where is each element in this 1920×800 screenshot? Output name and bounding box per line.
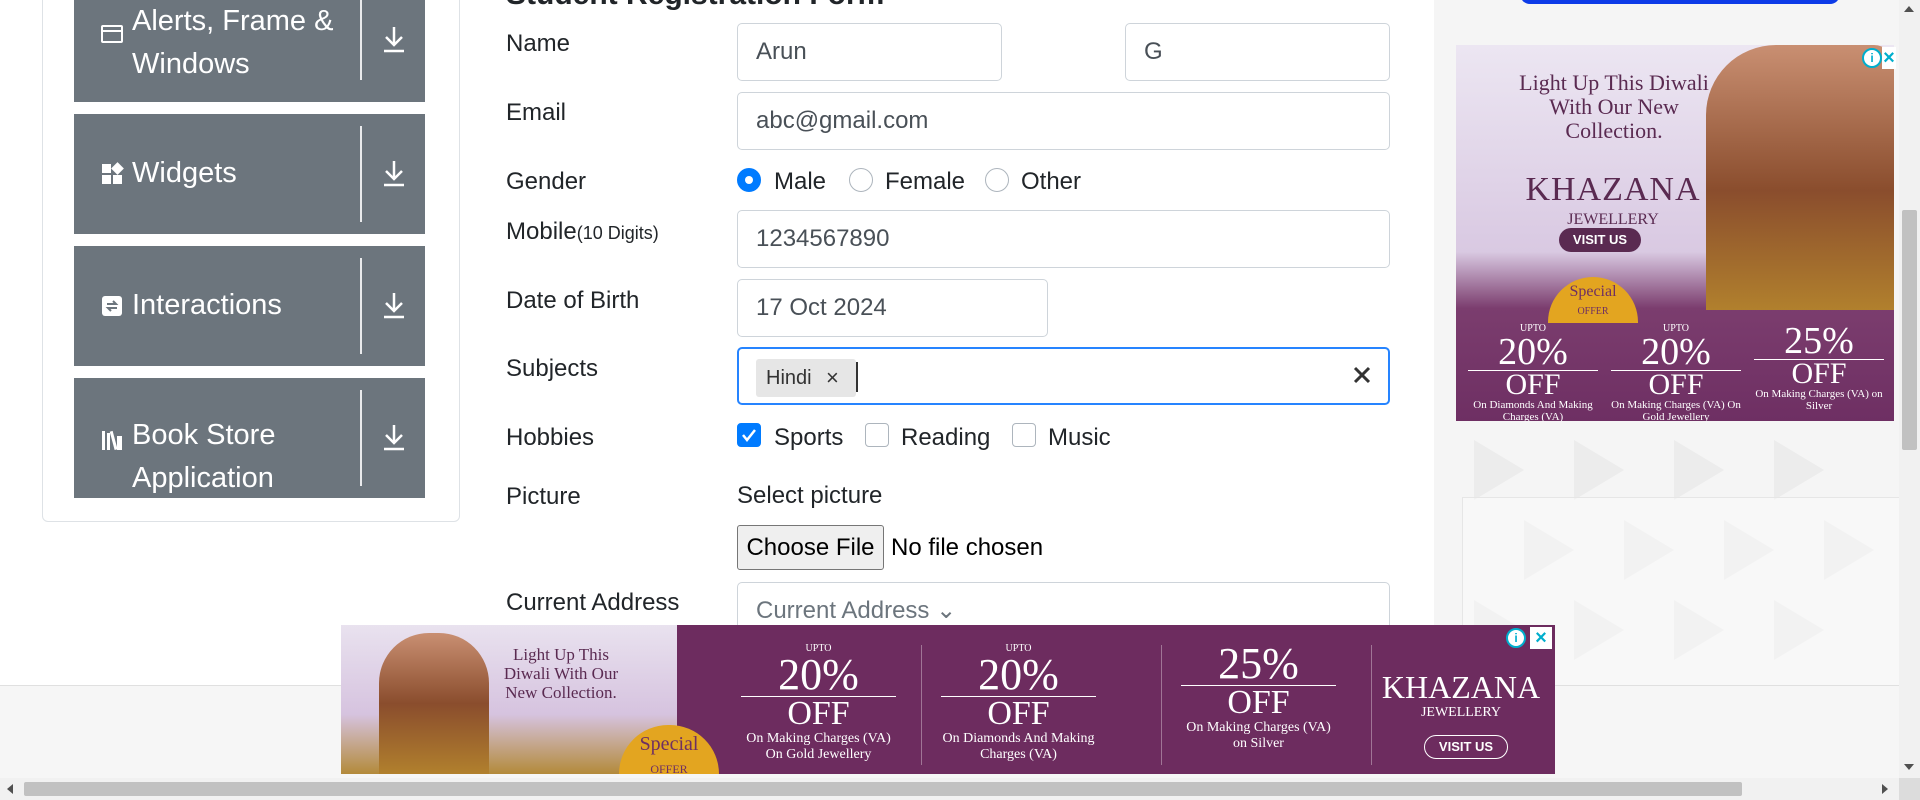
scroll-left-arrow-icon[interactable] (7, 784, 13, 794)
date-of-birth-input[interactable]: 17 Oct 2024 (737, 279, 1048, 337)
last-name-input[interactable]: G (1125, 23, 1390, 81)
scrollbar-corner (1899, 778, 1920, 800)
ad-close-icon[interactable]: × (1530, 627, 1552, 649)
hobby-checkbox-sports[interactable] (737, 423, 761, 447)
gender-option-label[interactable]: Female (885, 168, 965, 196)
first-name-input[interactable]: Arun (737, 23, 1002, 81)
ad-button[interactable] (1520, 0, 1840, 4)
model-image (1706, 45, 1894, 310)
sidebar-group-label: Book Store Application (132, 419, 276, 494)
book-icon (102, 430, 122, 451)
ad-info-icon[interactable]: i (1506, 628, 1526, 648)
picture-label: Picture (506, 483, 581, 510)
download-icon[interactable] (382, 422, 406, 452)
ad-headline: Light Up This Diwali With Our New Collec… (1519, 70, 1709, 143)
hobbies-label: Hobbies (506, 424, 595, 451)
scroll-up-arrow-icon[interactable] (1904, 6, 1914, 12)
mobile-label: Mobile(10 Digits) (506, 218, 659, 245)
dob-label: Date of Birth (506, 287, 640, 314)
gender-radio-female[interactable] (849, 168, 873, 192)
clear-icon[interactable] (1349, 362, 1375, 388)
text-caret (856, 362, 858, 392)
side-advertisement[interactable]: Light Up This Diwali With Our New Collec… (1456, 45, 1894, 421)
download-icon[interactable] (382, 290, 406, 320)
group-divider (360, 0, 362, 80)
name-label: Name (506, 30, 571, 57)
ad-brand: KHAZANA (1525, 171, 1701, 208)
subject-chip: Hindi × (756, 359, 856, 397)
ad-headline: Light Up This Diwali With Our New Collec… (503, 645, 619, 702)
ad-special-badge: Special OFFER (1548, 277, 1638, 323)
ad-separator (1371, 645, 1372, 765)
chip-remove-icon[interactable]: × (826, 365, 839, 391)
email-label: Email (506, 99, 567, 126)
vertical-scroll-thumb[interactable] (1902, 210, 1917, 450)
interactions-icon (102, 296, 122, 316)
hobby-label[interactable]: Reading (901, 424, 990, 452)
subject-chip-label: Hindi (766, 367, 812, 389)
sidebar-group-book-store[interactable]: Book Store Application (74, 378, 425, 498)
window-icon (101, 25, 123, 43)
ad-brand-sub: JEWELLERY (1420, 705, 1502, 720)
gender-radio-other[interactable] (985, 168, 1009, 192)
chevron-down-icon: ⌄ (936, 597, 957, 624)
gender-radio-male[interactable] (737, 168, 761, 192)
bottom-advertisement[interactable]: Light Up This Diwali With Our New Collec… (341, 625, 1555, 774)
ad-visit-button[interactable]: VISIT US (1424, 735, 1508, 759)
hobby-label[interactable]: Sports (774, 424, 843, 452)
form-title: Student Registration Form (506, 0, 884, 12)
horizontal-scrollbar[interactable] (0, 778, 1899, 800)
download-icon[interactable] (382, 158, 406, 188)
current-address-label: Current Address (506, 589, 680, 616)
sidebar-group-label: Interactions (132, 289, 282, 321)
choose-file-button[interactable]: Choose File (737, 525, 884, 570)
hobby-checkbox-music[interactable] (1012, 423, 1036, 447)
sidebar-group-label: Alerts, Frame & Windows (132, 5, 334, 80)
mobile-input[interactable]: 1234567890 (737, 210, 1390, 268)
current-address-placeholder: Current Address (756, 597, 930, 624)
hobby-checkbox-reading[interactable] (865, 423, 889, 447)
download-icon[interactable] (382, 24, 406, 54)
ad-close-icon[interactable]: × (1882, 47, 1896, 69)
ad-info-icon[interactable]: i (1862, 48, 1882, 68)
sidebar-group-alerts[interactable]: Alerts, Frame & Windows (74, 0, 425, 102)
scroll-right-arrow-icon[interactable] (1882, 784, 1888, 794)
sidebar-group-widgets[interactable]: Widgets (74, 114, 425, 234)
checkmark-icon (742, 429, 756, 443)
email-input[interactable]: abc@gmail.com (737, 92, 1390, 150)
sidebar-group-interactions[interactable]: Interactions (74, 246, 425, 366)
sidebar-group-label: Widgets (132, 157, 237, 189)
ad-separator (921, 645, 922, 765)
ad-brand-sub: JEWELLERY (1567, 211, 1659, 228)
group-divider (360, 126, 362, 222)
ad-offer: UPTO 20% OFF On Making Charges (VA) On G… (1611, 323, 1741, 421)
hobby-label[interactable]: Music (1048, 424, 1111, 452)
ad-brand: KHAZANA (1381, 669, 1541, 705)
widgets-icon (102, 162, 124, 184)
page-viewport: Alerts, Frame & Windows Widgets Interacti… (0, 0, 1899, 778)
select-picture-label: Select picture (737, 482, 883, 509)
ad-offer: UPTO 20% OFF On Making Charges (VA) On G… (741, 643, 896, 763)
vertical-scrollbar[interactable] (1899, 0, 1920, 778)
scroll-down-arrow-icon[interactable] (1904, 764, 1914, 770)
ad-offer: UPTO 20% OFF On Diamonds And Making Char… (1468, 323, 1598, 421)
ad-visit-button[interactable]: VISIT US (1559, 228, 1641, 252)
gender-option-label[interactable]: Male (774, 168, 826, 196)
mobile-hint: (10 Digits) (576, 223, 659, 243)
horizontal-scroll-thumb[interactable] (24, 782, 1742, 796)
subjects-input[interactable]: Hindi × (737, 347, 1390, 405)
gender-label: Gender (506, 168, 587, 195)
gender-option-label[interactable]: Other (1021, 168, 1081, 196)
ad-offer: 25% OFF On Making Charges (VA) on Silver (1181, 642, 1336, 752)
ad-offer: 25% OFF On Making Charges (VA) on Silver (1754, 320, 1884, 412)
group-divider (360, 390, 362, 486)
group-divider (360, 258, 362, 354)
subjects-label: Subjects (506, 355, 599, 382)
ad-offer: UPTO 20% OFF On Diamonds And Making Char… (941, 643, 1096, 762)
ad-separator (1161, 645, 1162, 765)
file-status: No file chosen (891, 534, 1044, 561)
model-image (379, 633, 489, 774)
